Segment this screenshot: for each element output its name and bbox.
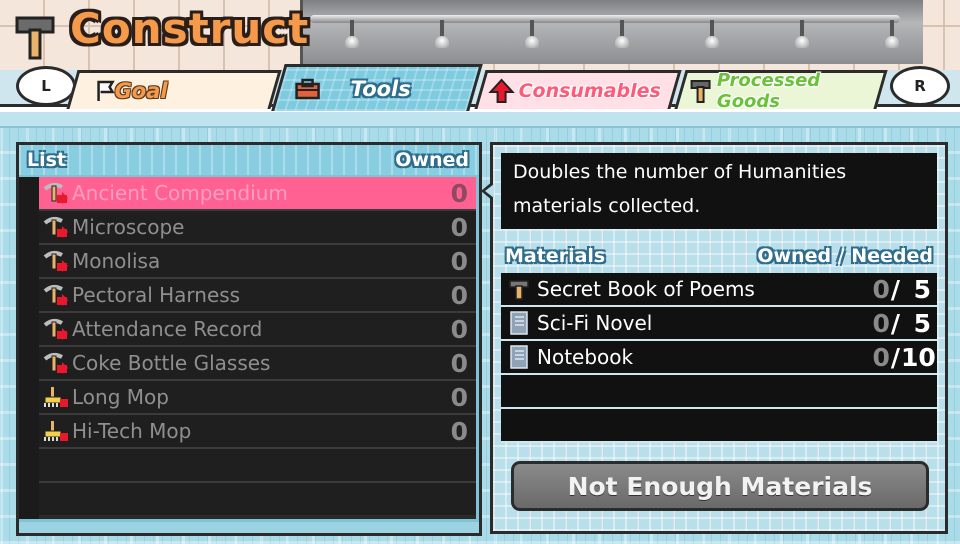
shoulder-r-button[interactable]: R <box>890 66 950 106</box>
ceiling-lamp <box>705 20 719 50</box>
list-item[interactable]: Coke Bottle Glasses 0 <box>39 347 476 381</box>
material-separator: / <box>890 342 900 372</box>
book-icon <box>507 311 531 335</box>
list-item-name: Long Mop <box>72 385 169 409</box>
list-header: List Owned <box>19 145 479 175</box>
ceiling-lamp <box>615 20 629 50</box>
shoulder-l-button[interactable]: L <box>16 66 76 106</box>
list-item-owned: 0 <box>450 314 468 344</box>
empty-material-row <box>501 375 937 409</box>
list-item-name: Ancient Compendium <box>72 181 288 205</box>
list-item[interactable]: Monolisa 0 <box>39 245 476 279</box>
pointer-arrow-fill <box>485 184 494 198</box>
empty-material-row <box>501 409 937 443</box>
material-needed: 5 <box>913 308 931 338</box>
list-item-selected[interactable]: Ancient Compendium 0 <box>39 177 476 211</box>
tab-processed-goods-label: Processed Goods <box>716 70 821 112</box>
ceiling-lamp <box>885 20 899 50</box>
tab-tools-label: Tools <box>350 77 411 101</box>
pickaxe-icon <box>41 248 69 274</box>
tab-processed-goods[interactable]: Processed Goods <box>674 70 888 112</box>
book-icon <box>507 345 531 369</box>
list-item-owned: 0 <box>450 212 468 242</box>
tab-goal-label: Goal <box>114 79 168 103</box>
tab-tools[interactable]: Tools <box>271 64 483 111</box>
list-item-name: Monolisa <box>72 249 161 273</box>
material-needed: 10 <box>901 342 936 372</box>
material-row: Notebook 0/10 <box>501 341 937 375</box>
list-item-name: Coke Bottle Glasses <box>72 351 271 375</box>
wall-panel <box>300 0 923 64</box>
list-item-owned: 0 <box>450 416 468 446</box>
material-name: Secret Book of Poems <box>537 277 755 301</box>
tab-consumables[interactable]: Consumables <box>474 70 682 109</box>
material-needed: 5 <box>913 274 931 304</box>
pickaxe-icon <box>41 282 69 308</box>
list-gutter <box>19 177 39 519</box>
material-name: Notebook <box>537 345 634 369</box>
item-description: Doubles the number of Humanities materia… <box>501 153 937 229</box>
list-item-owned: 0 <box>450 280 468 310</box>
material-row: Secret Book of Poems 0/ 5 <box>501 273 937 307</box>
materials-list: Secret Book of Poems 0/5 Sci-Fi Novel 0/5 No… <box>501 273 937 443</box>
list-item-owned: 0 <box>450 178 468 208</box>
pickaxe-icon <box>41 214 69 240</box>
list-item[interactable]: Long Mop 0 <box>39 381 476 415</box>
list-footer <box>19 522 479 533</box>
tab-consumables-label: Consumables <box>518 80 661 102</box>
construct-button[interactable]: Not Enough Materials <box>511 461 929 511</box>
list-header-label: List <box>27 149 67 171</box>
ceiling-pipe <box>310 15 900 23</box>
list-item[interactable]: Pectoral Harness 0 <box>39 279 476 313</box>
list-item-name: Attendance Record <box>72 317 263 341</box>
material-row: Sci-Fi Novel 0/ 5 <box>501 307 937 341</box>
hammer-icon <box>689 78 713 104</box>
list-item-owned: 0 <box>450 246 468 276</box>
content-top-strip <box>0 112 960 128</box>
list-item-name: Microscope <box>72 215 185 239</box>
ceiling-lamp <box>345 20 359 50</box>
material-separator: / <box>890 274 900 304</box>
mop-icon <box>41 418 69 444</box>
owned-header-label: Owned <box>395 149 469 171</box>
page-title: Construct <box>70 4 310 53</box>
toolbox-icon <box>295 76 321 102</box>
list-item-owned: 0 <box>450 382 468 412</box>
material-name: Sci-Fi Novel <box>537 311 653 335</box>
list-item[interactable]: Attendance Record 0 <box>39 313 476 347</box>
tab-bar: L Goal Tools Consumables Processed Goods… <box>0 64 960 117</box>
empty-list-row <box>39 483 476 515</box>
material-owned: 0 <box>872 308 890 338</box>
list-item[interactable]: Hi-Tech Mop 0 <box>39 415 476 449</box>
mop-icon <box>41 384 69 410</box>
pickaxe-icon <box>41 180 69 206</box>
material-separator: / <box>890 308 900 338</box>
ceiling-lamp <box>525 20 539 50</box>
materials-header: Materials Owned / Needed <box>501 243 937 271</box>
hammer-icon <box>15 16 55 60</box>
material-owned: 0 <box>872 342 890 372</box>
hammer-icon <box>507 277 531 301</box>
list-item[interactable]: Microscope 0 <box>39 211 476 245</box>
material-owned: 0 <box>872 274 890 304</box>
ceiling-lamp <box>795 20 809 50</box>
flag-icon <box>93 78 119 104</box>
header-backdrop: Construct <box>0 0 960 70</box>
empty-list-row <box>39 449 476 483</box>
red-arrow-icon <box>488 78 515 104</box>
ceiling-lamp <box>435 20 449 50</box>
detail-panel: Doubles the number of Humanities materia… <box>481 142 948 534</box>
owned-needed-label: Owned / Needed <box>757 245 933 267</box>
item-list-panel: List Owned Ancient Compendium 0 Microscope… <box>16 142 482 536</box>
list-item-name: Hi-Tech Mop <box>72 419 192 443</box>
tab-goal[interactable]: Goal <box>66 70 282 109</box>
pickaxe-icon <box>41 316 69 342</box>
item-list: Ancient Compendium 0 Microscope 0 Monolisa 0 P… <box>19 177 476 519</box>
list-item-name: Pectoral Harness <box>72 283 241 307</box>
materials-label: Materials <box>505 245 606 267</box>
pickaxe-icon <box>41 350 69 376</box>
list-item-owned: 0 <box>450 348 468 378</box>
